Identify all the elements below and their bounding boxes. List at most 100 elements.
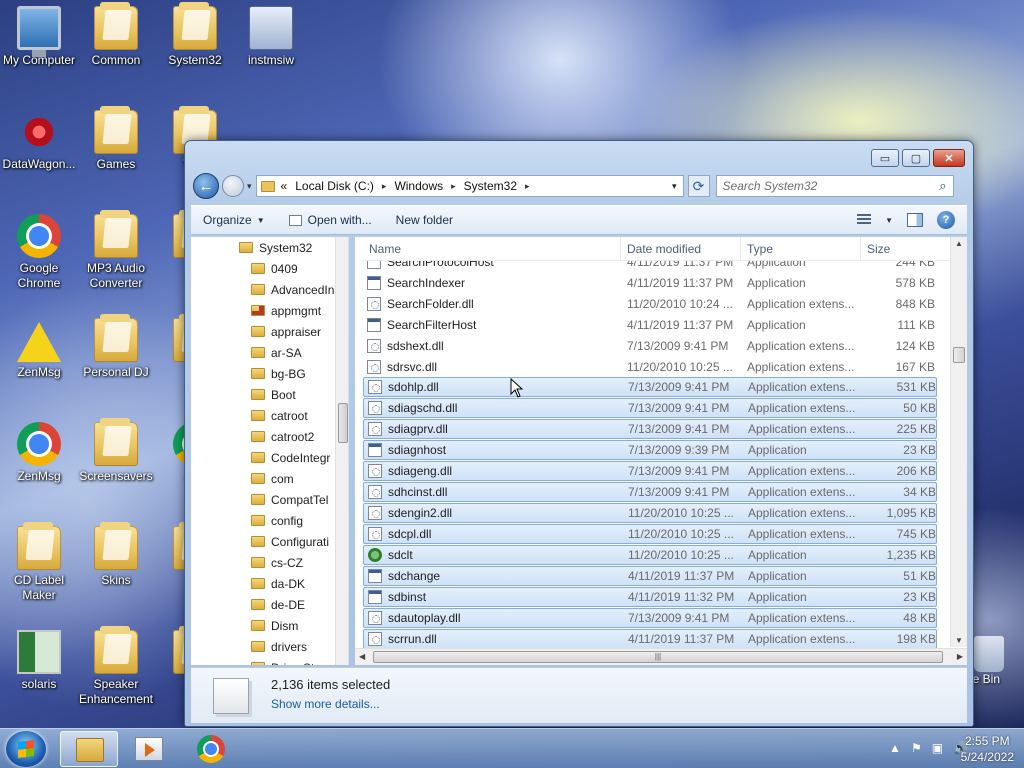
chevron-down-icon[interactable]: ▼ — [885, 216, 893, 225]
nav-tree-item[interactable]: System32 — [191, 237, 348, 258]
file-row[interactable]: SearchIndexer 4/11/2019 11:37 PM Applicati… — [363, 272, 937, 293]
scrollbar-thumb[interactable] — [953, 347, 965, 363]
column-header-name[interactable]: Name — [363, 237, 621, 261]
action-center-icon[interactable]: ⚑ — [911, 741, 922, 755]
desktop-icon-cd-label-maker[interactable]: CD Label Maker — [0, 522, 78, 603]
clock[interactable]: 2:55 PM 5/24/2022 — [961, 733, 1014, 765]
address-bar[interactable]: « Local Disk (C:) ▸ Windows ▸ System32 ▸… — [255, 175, 684, 197]
desktop-icon-datawagon[interactable]: DataWagon... — [0, 110, 78, 172]
desktop-icon-zenmsg[interactable]: ZenMsg — [0, 318, 78, 380]
file-row[interactable]: sdrsvc.dll 11/20/2010 10:25 ... Applicatio… — [363, 356, 937, 377]
nav-tree-item[interactable]: catroot2 — [191, 426, 348, 447]
desktop-icon-google-chrome[interactable]: Google Chrome — [0, 214, 78, 291]
file-row[interactable]: sdcpl.dll 11/20/2010 10:25 ... Application… — [363, 524, 937, 544]
taskbar-windows-explorer[interactable] — [60, 731, 118, 767]
nav-tree-item[interactable]: cs-CZ — [191, 552, 348, 573]
nav-tree-item[interactable]: catroot — [191, 405, 348, 426]
close-button[interactable]: ✕ — [933, 149, 965, 167]
file-row[interactable]: sdiagprv.dll 7/13/2009 9:41 PM Application… — [363, 419, 937, 439]
desktop-icon-zenmsg[interactable]: ZenMsg — [0, 422, 78, 484]
column-header-size[interactable]: Size — [861, 237, 951, 261]
nav-tree-item[interactable]: ar-SA — [191, 342, 348, 363]
breadcrumb-windows[interactable]: Windows — [394, 179, 443, 193]
nav-tree-item[interactable]: Configurati — [191, 531, 348, 552]
desktop-icon-common[interactable]: Common — [77, 2, 155, 68]
file-row[interactable]: sdautoplay.dll 7/13/2009 9:41 PM Applicati… — [363, 608, 937, 628]
nav-tree-item[interactable]: com — [191, 468, 348, 489]
nav-tree-item[interactable]: DriverStore — [191, 657, 348, 665]
nav-tree-item[interactable]: CodeIntegr — [191, 447, 348, 468]
file-row[interactable]: sdbinst 4/11/2019 11:32 PM Application 23 K… — [363, 587, 937, 607]
minimize-button[interactable]: ▭ — [871, 149, 899, 167]
help-icon[interactable]: ? — [937, 211, 955, 229]
nav-tree-item[interactable]: de-DE — [191, 594, 348, 615]
nav-tree-item[interactable]: drivers — [191, 636, 348, 657]
desktop-icon-games[interactable]: Games — [77, 106, 155, 172]
nav-tree-item[interactable]: bg-BG — [191, 363, 348, 384]
file-row[interactable]: sdiagnhost 7/13/2009 9:39 PM Application 23… — [363, 440, 937, 460]
maximize-button[interactable]: ▢ — [902, 149, 930, 167]
taskbar-google-chrome[interactable] — [182, 731, 240, 767]
new-folder-button[interactable]: New folder — [396, 213, 453, 227]
nav-tree-item[interactable]: config — [191, 510, 348, 531]
file-list-vertical-scrollbar[interactable]: ▲ ▼ — [950, 237, 967, 647]
file-row[interactable]: sdengin2.dll 11/20/2010 10:25 ... Applicat… — [363, 503, 937, 523]
nav-tree-item[interactable]: CompatTel — [191, 489, 348, 510]
desktop-icon-my-computer[interactable]: My Computer — [0, 6, 78, 68]
file-row[interactable]: sdshext.dll 7/13/2009 9:41 PM Application … — [363, 335, 937, 356]
search-input[interactable]: Search System32 ⌕ — [715, 175, 954, 197]
scroll-right-icon[interactable]: ▶ — [957, 652, 963, 661]
breadcrumb-local-disk[interactable]: Local Disk (C:) — [295, 179, 374, 193]
address-dropdown-icon[interactable]: ▾ — [672, 181, 677, 192]
scroll-down-icon[interactable]: ▼ — [955, 636, 963, 645]
change-view-icon[interactable] — [857, 214, 872, 226]
nav-tree-item[interactable]: Boot — [191, 384, 348, 405]
chevron-right-icon[interactable]: ▸ — [382, 181, 387, 192]
nav-tree-item[interactable]: 0409 — [191, 258, 348, 279]
show-hidden-icons-icon[interactable]: ▲ — [889, 741, 901, 755]
desktop-icon-instmsiw[interactable]: instmsiw — [232, 6, 310, 68]
breadcrumb-system32[interactable]: System32 — [464, 179, 517, 193]
chevron-right-icon[interactable]: ▸ — [525, 181, 530, 192]
file-row[interactable]: SearchFolder.dll 11/20/2010 10:24 ... Appl… — [363, 293, 937, 314]
nav-pane-scrollbar[interactable] — [335, 237, 348, 665]
nav-tree-item[interactable]: da-DK — [191, 573, 348, 594]
scroll-left-icon[interactable]: ◀ — [359, 652, 365, 661]
file-row[interactable]: SearchFilterHost 4/11/2019 11:37 PM Applic… — [363, 314, 937, 335]
column-header-date[interactable]: Date modified — [621, 237, 741, 261]
network-icon[interactable]: ▣ — [932, 741, 943, 755]
desktop-icon-skins[interactable]: Skins — [77, 522, 155, 588]
breadcrumb-overflow[interactable]: « — [281, 179, 288, 193]
show-more-details-link[interactable]: Show more details... — [271, 697, 380, 711]
nav-tree-item[interactable]: Dism — [191, 615, 348, 636]
desktop-icon-screensavers[interactable]: Screensavers — [77, 418, 155, 484]
start-button[interactable] — [6, 731, 46, 767]
open-with-button[interactable]: Open with... — [288, 213, 372, 227]
search-icon[interactable]: ⌕ — [939, 178, 946, 194]
chevron-right-icon[interactable]: ▸ — [451, 181, 456, 192]
column-header-type[interactable]: Type — [741, 237, 861, 261]
forward-button[interactable] — [222, 175, 244, 197]
file-row[interactable]: scrrun.dll 4/11/2019 11:37 PM Application … — [363, 629, 937, 649]
desktop-icon-system32[interactable]: System32 — [156, 2, 234, 68]
file-row[interactable]: sdiagschd.dll 7/13/2009 9:41 PM Applicatio… — [363, 398, 937, 418]
file-row[interactable]: sdclt 11/20/2010 10:25 ... Application 1,23… — [363, 545, 937, 565]
desktop-icon-recycle-bin[interactable]: le Bin — [970, 636, 1024, 686]
desktop-icon-personal-dj[interactable]: Personal DJ — [77, 314, 155, 380]
desktop-icon-solaris[interactable]: solaris — [0, 630, 78, 692]
nav-tree-item[interactable]: appmgmt — [191, 300, 348, 321]
file-row[interactable]: sdiageng.dll 7/13/2009 9:41 PM Application… — [363, 461, 937, 481]
back-button[interactable]: ← — [193, 173, 219, 199]
file-row[interactable]: sdchange 4/11/2019 11:37 PM Application 51 … — [363, 566, 937, 586]
nav-tree-item[interactable]: appraiser — [191, 321, 348, 342]
taskbar-media-player[interactable] — [120, 731, 178, 767]
organize-button[interactable]: Organize ▼ — [203, 213, 265, 227]
scroll-up-icon[interactable]: ▲ — [955, 239, 963, 248]
scrollbar-thumb[interactable] — [338, 403, 348, 443]
desktop-icon-speaker-enhancement[interactable]: Speaker Enhancement — [77, 626, 155, 707]
file-row[interactable]: sdhcinst.dll 7/13/2009 9:41 PM Application… — [363, 482, 937, 502]
desktop-icon-mp3-audio-converter[interactable]: MP3 Audio Converter — [77, 210, 155, 291]
nav-tree-item[interactable]: AdvancedIn — [191, 279, 348, 300]
file-list-horizontal-scrollbar[interactable]: ◀ ||| ▶ — [355, 648, 967, 665]
refresh-button[interactable]: ⟳ — [687, 175, 710, 197]
